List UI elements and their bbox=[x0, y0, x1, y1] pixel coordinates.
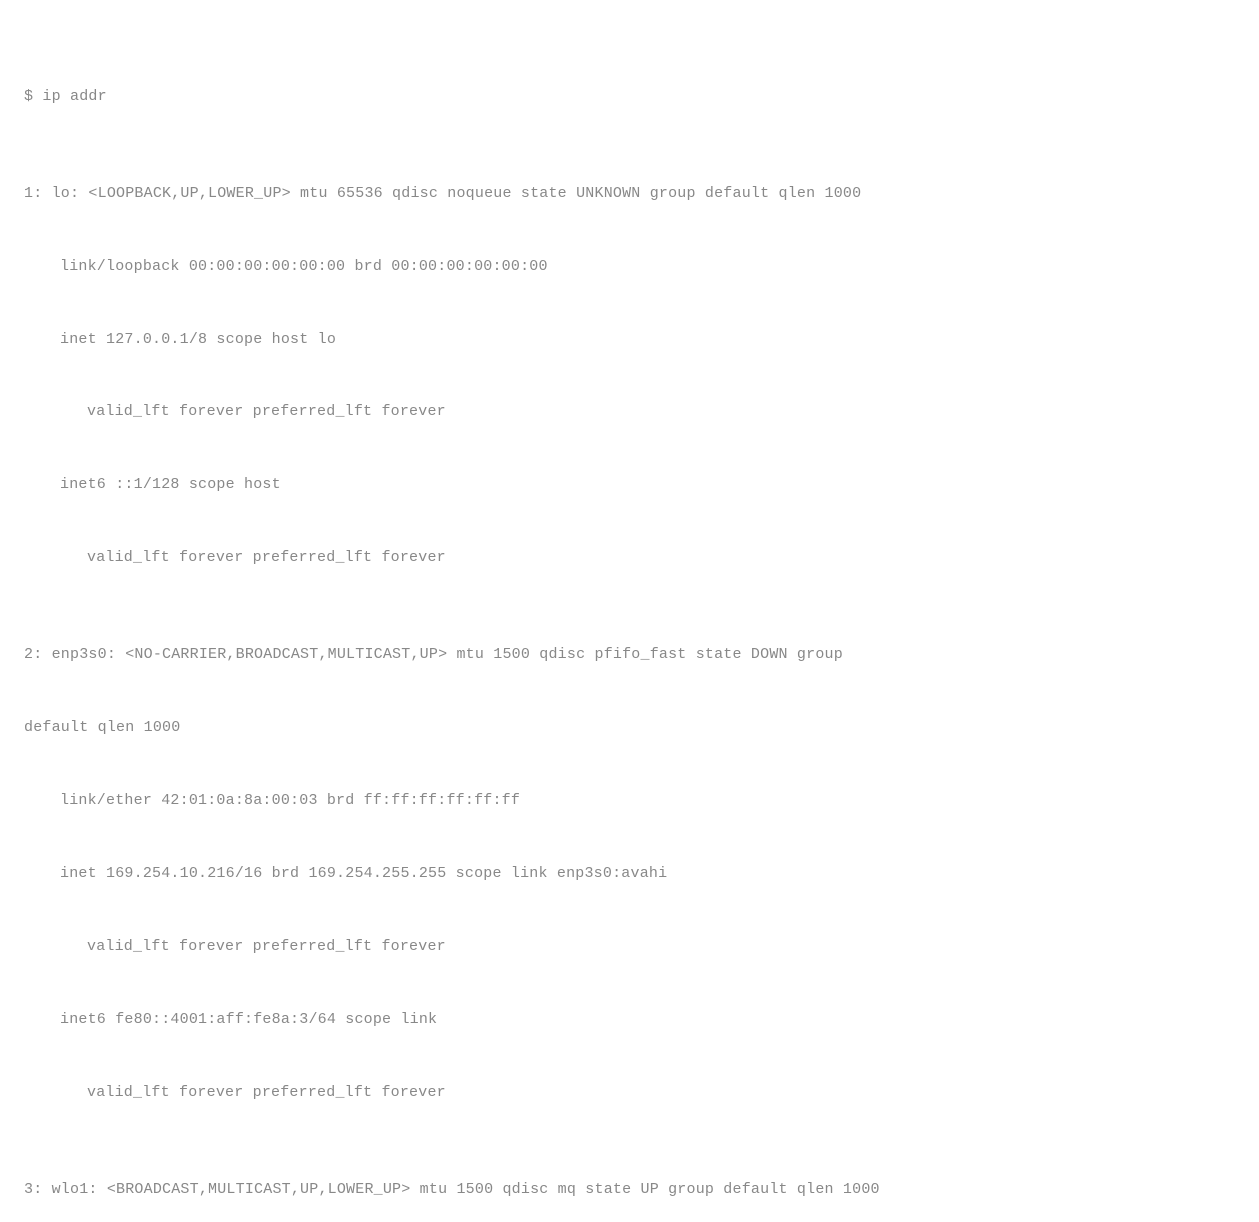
output-line: valid_lft forever preferred_lft forever bbox=[24, 1081, 1235, 1105]
output-line: inet 127.0.0.1/8 scope host lo bbox=[24, 328, 1235, 352]
output-line: inet6 ::1/128 scope host bbox=[24, 473, 1235, 497]
iface-header-enp3s0-cont: default qlen 1000 bbox=[24, 716, 1235, 740]
output-line: valid_lft forever preferred_lft forever bbox=[24, 400, 1235, 424]
iface-header-wlo1: 3: wlo1: <BROADCAST,MULTICAST,UP,LOWER_U… bbox=[24, 1178, 1235, 1202]
output-line: inet 169.254.10.216/16 brd 169.254.255.2… bbox=[24, 862, 1235, 886]
output-line: link/loopback 00:00:00:00:00:00 brd 00:0… bbox=[24, 255, 1235, 279]
iface-header-enp3s0: 2: enp3s0: <NO-CARRIER,BROADCAST,MULTICA… bbox=[24, 643, 1235, 667]
iface-header-lo: 1: lo: <LOOPBACK,UP,LOWER_UP> mtu 65536 … bbox=[24, 182, 1235, 206]
output-line: valid_lft forever preferred_lft forever bbox=[24, 935, 1235, 959]
prompt-line: $ ip addr bbox=[24, 85, 1235, 109]
output-line: inet6 fe80::4001:aff:fe8a:3/64 scope lin… bbox=[24, 1008, 1235, 1032]
output-line: link/ether 42:01:0a:8a:00:03 brd ff:ff:f… bbox=[24, 789, 1235, 813]
output-line: valid_lft forever preferred_lft forever bbox=[24, 546, 1235, 570]
terminal-output: $ ip addr 1: lo: <LOOPBACK,UP,LOWER_UP> … bbox=[24, 36, 1235, 1222]
